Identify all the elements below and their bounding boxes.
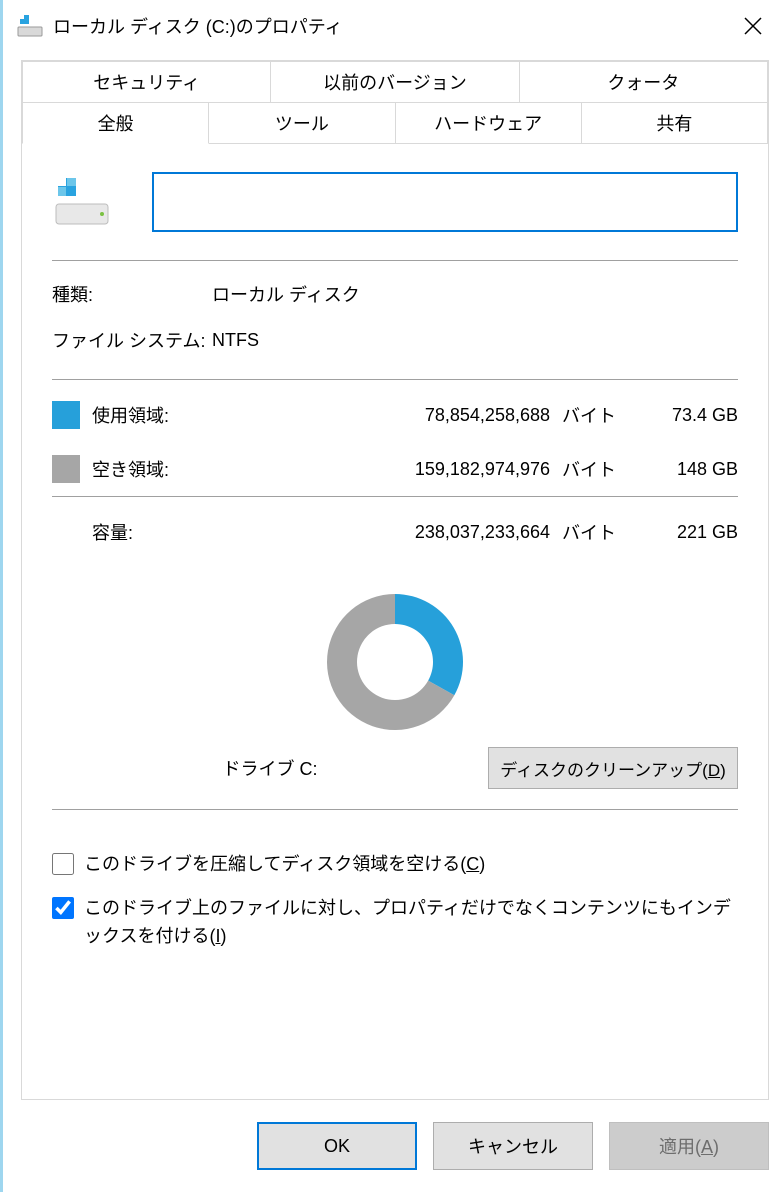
free-space-swatch (52, 455, 80, 483)
index-drive-checkbox[interactable] (52, 897, 74, 919)
cleanup-mnemonic: D (708, 761, 720, 780)
used-space-label: 使用領域: (92, 402, 242, 428)
used-space-row: 使用領域: 78,854,258,688 バイト 73.4 GB (52, 388, 738, 442)
used-space-gb: 73.4 GB (618, 405, 738, 426)
cleanup-label-pre: ディスクのクリーンアップ( (500, 761, 708, 780)
cancel-button[interactable]: キャンセル (433, 1122, 593, 1170)
apply-button[interactable]: 適用(A) (609, 1122, 769, 1170)
free-space-row: 空き領域: 159,182,974,976 バイト 148 GB (52, 442, 738, 496)
volume-label-input[interactable] (152, 172, 738, 232)
capacity-bytes: 238,037,233,664 (242, 522, 558, 543)
close-button[interactable] (723, 0, 783, 52)
index-drive-label: このドライブ上のファイルに対し、プロパティだけでなくコンテンツにもインデックスを… (84, 894, 738, 950)
capacity-label: 容量: (92, 519, 242, 545)
cleanup-label-post: ) (720, 761, 726, 780)
free-space-label: 空き領域: (92, 456, 242, 482)
disk-usage-pie-chart (320, 587, 470, 737)
window-title: ローカル ディスク (C:)のプロパティ (53, 13, 723, 39)
filesystem-label: ファイル システム: (52, 327, 212, 353)
compress-drive-checkbox[interactable] (52, 853, 74, 875)
tab-sharing[interactable]: 共有 (581, 102, 768, 144)
compress-drive-checkbox-row[interactable]: このドライブを圧縮してディスク領域を空ける(C) (52, 850, 738, 878)
free-space-bytes: 159,182,974,976 (242, 459, 558, 480)
free-space-gb: 148 GB (618, 459, 738, 480)
compress-drive-label: このドライブを圧縮してディスク領域を空ける(C) (84, 850, 485, 878)
used-space-bytes: 78,854,258,688 (242, 405, 558, 426)
dialog-button-bar: OK キャンセル 適用(A) (257, 1122, 769, 1170)
drive-icon (17, 13, 43, 39)
tab-strip: セキュリティ 以前のバージョン クォータ 全般 ツール ハードウェア 共有 (22, 61, 768, 144)
used-space-swatch (52, 401, 80, 429)
bytes-unit: バイト (558, 402, 618, 428)
tab-previous-versions[interactable]: 以前のバージョン (270, 61, 519, 103)
type-label: 種類: (52, 281, 212, 307)
tab-content-general: 種類: ローカル ディスク ファイル システム: NTFS 使用領域: 78,8… (22, 144, 768, 976)
bytes-unit: バイト (558, 456, 618, 482)
titlebar: ローカル ディスク (C:)のプロパティ (3, 0, 783, 52)
drive-letter-label: ドライブ C: (52, 755, 488, 781)
separator (52, 379, 738, 380)
type-value: ローカル ディスク (212, 281, 360, 307)
tab-security[interactable]: セキュリティ (22, 61, 271, 103)
close-icon (744, 17, 762, 35)
tab-general[interactable]: 全般 (22, 102, 209, 144)
drive-large-icon (52, 172, 112, 232)
separator (52, 809, 738, 810)
capacity-gb: 221 GB (618, 522, 738, 543)
ok-button[interactable]: OK (257, 1122, 417, 1170)
tab-tools[interactable]: ツール (208, 102, 395, 144)
tab-quota[interactable]: クォータ (519, 61, 768, 103)
tab-hardware[interactable]: ハードウェア (395, 102, 582, 144)
separator (52, 260, 738, 261)
dialog-body: セキュリティ 以前のバージョン クォータ 全般 ツール ハードウェア 共有 (21, 60, 769, 1100)
filesystem-value: NTFS (212, 330, 259, 351)
disk-cleanup-button[interactable]: ディスクのクリーンアップ(D) (488, 747, 738, 789)
index-drive-checkbox-row[interactable]: このドライブ上のファイルに対し、プロパティだけでなくコンテンツにもインデックスを… (52, 894, 738, 950)
bytes-unit: バイト (558, 519, 618, 545)
